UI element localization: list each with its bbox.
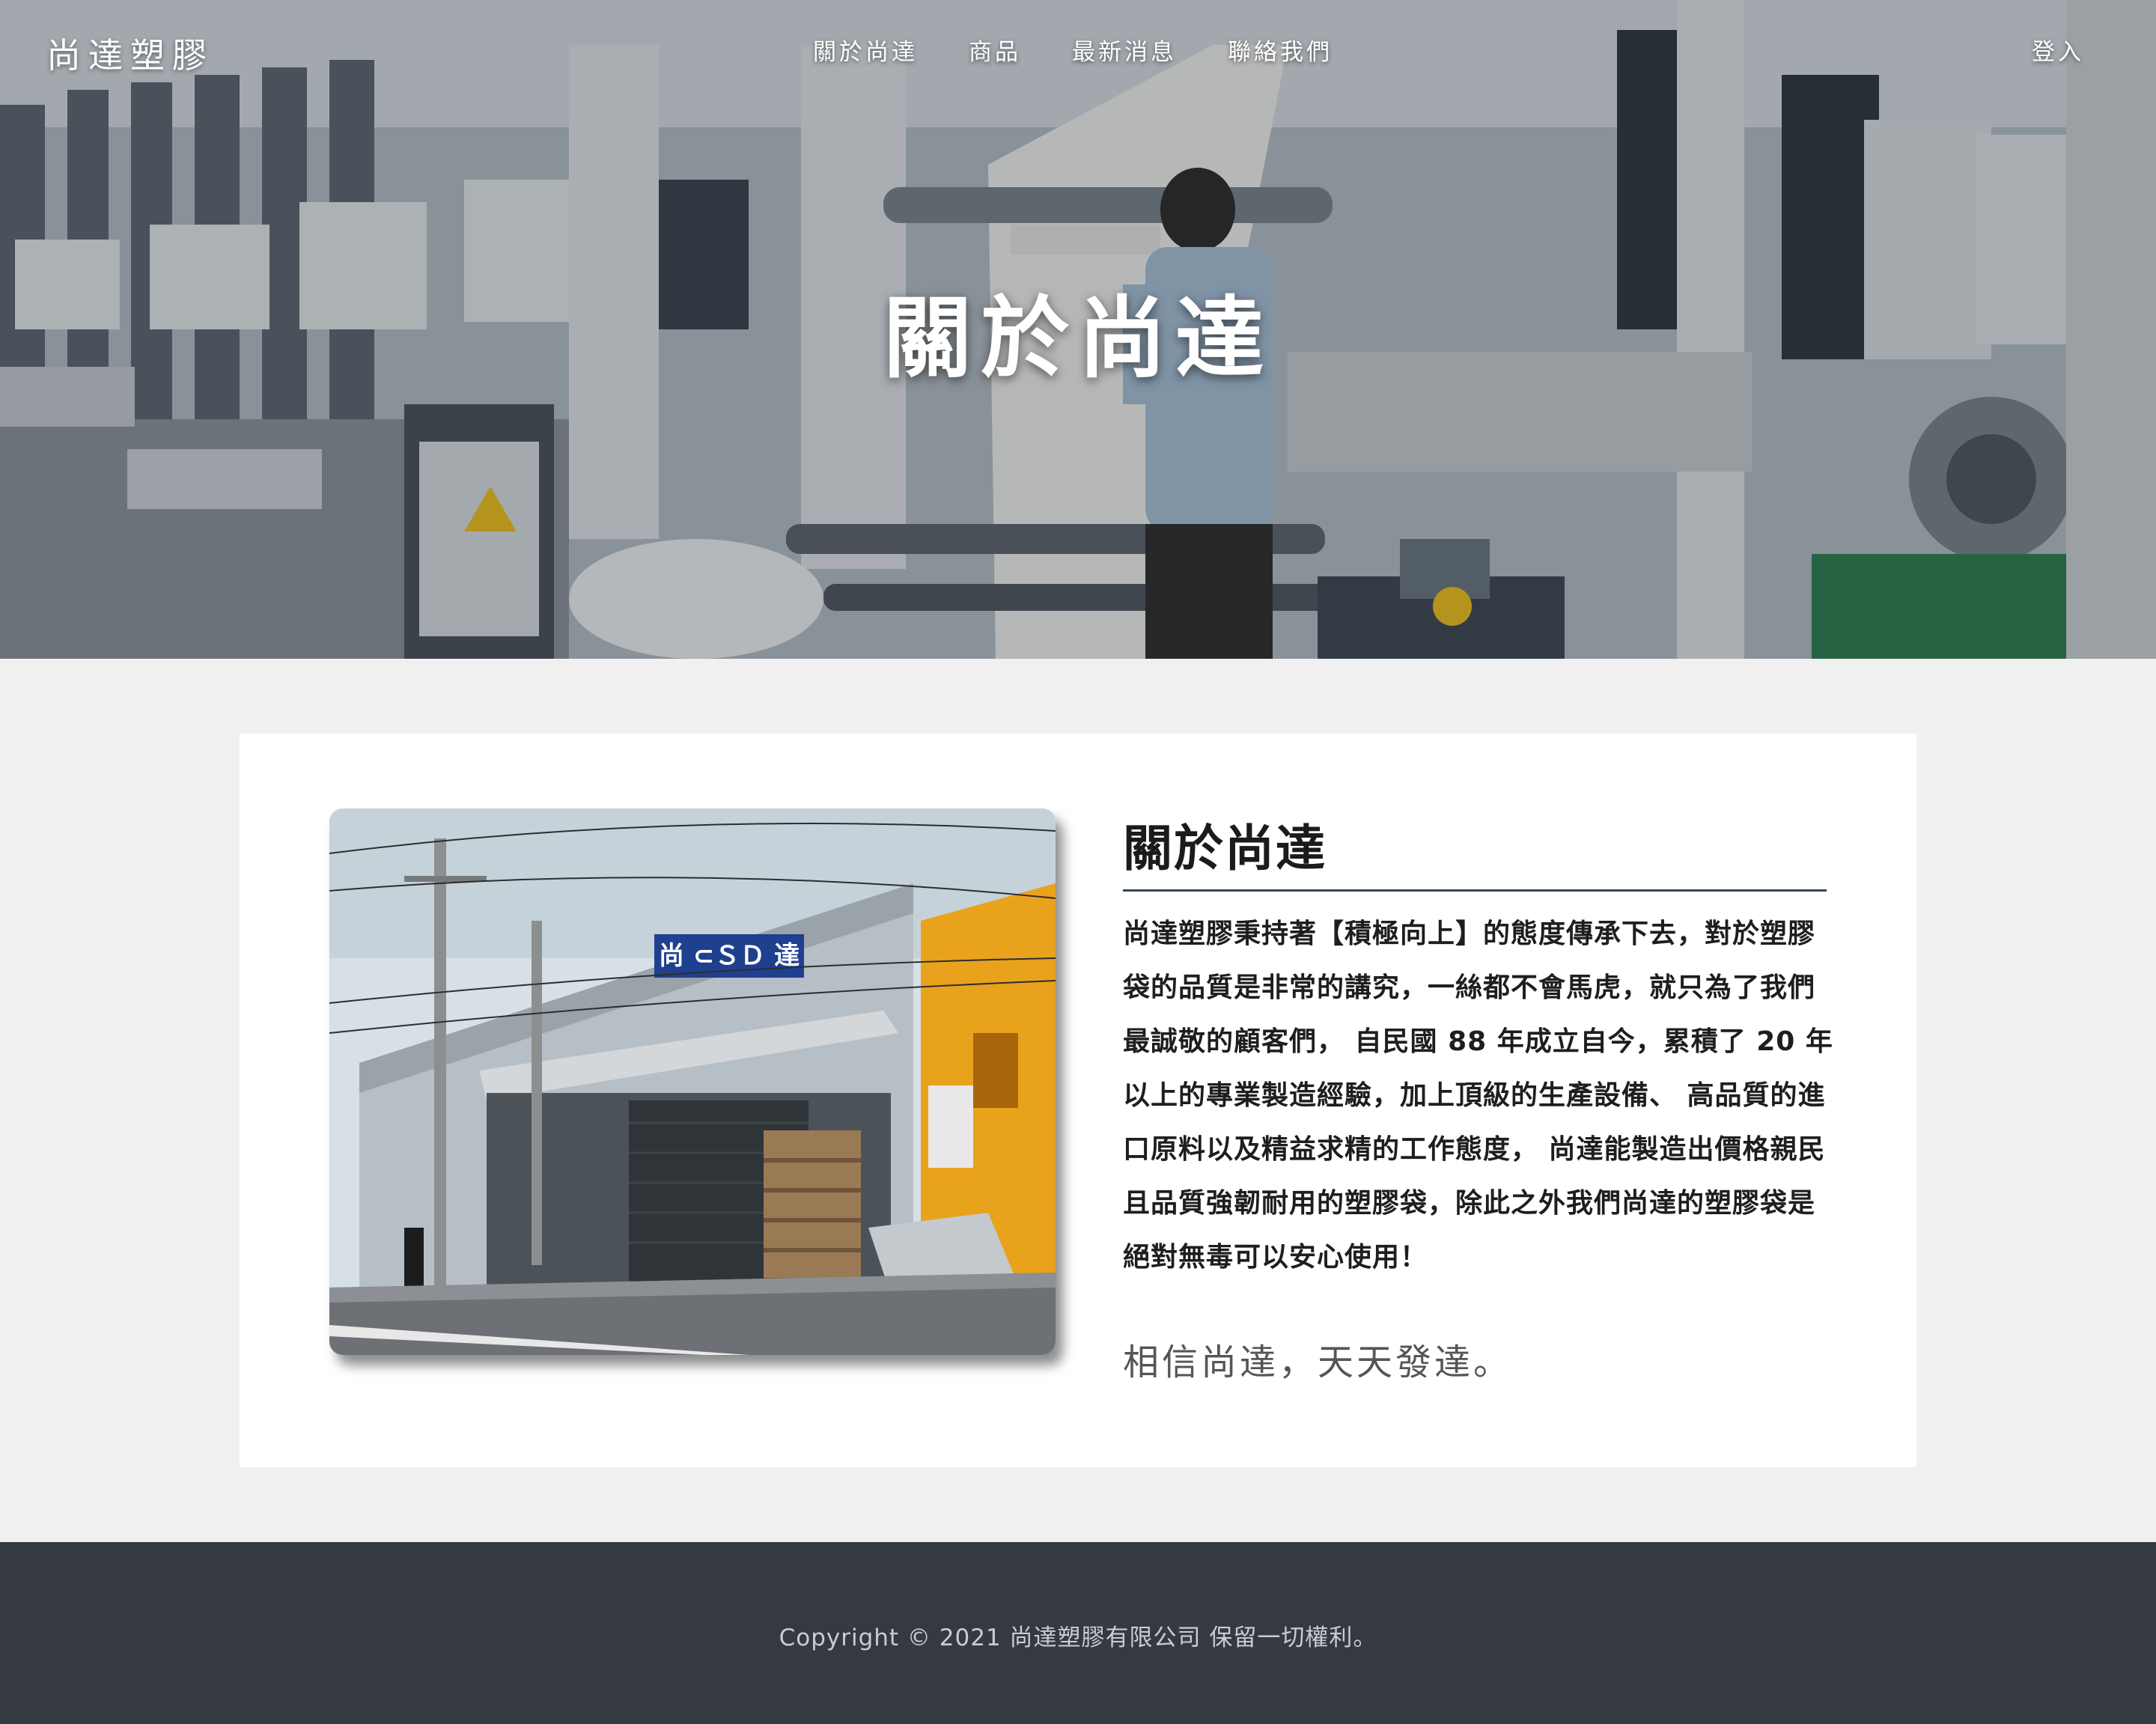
hero-title: 關於尚達: [883, 287, 1273, 390]
brand-logo-text[interactable]: 尚達塑膠: [46, 28, 214, 78]
factory-building-image: 尚 ⊂ＳＤ 達: [329, 808, 1056, 1355]
nav-link-news[interactable]: 最新消息: [1072, 33, 1177, 67]
about-heading: 關於尚達: [1123, 808, 1827, 892]
main-nav-links: 關於尚達 商品 最新消息 聯絡我們: [813, 33, 1383, 67]
nav-link-contact[interactable]: 聯絡我們: [1228, 33, 1333, 67]
copyright-text: Copyright © 2021 尚達塑膠有限公司 保留一切權利。: [779, 1624, 1377, 1651]
nav-link-products[interactable]: 商品: [969, 33, 1021, 67]
top-navbar: 尚達塑膠 關於尚達 商品 最新消息 聯絡我們 登入: [0, 0, 2156, 96]
about-card: 尚 ⊂ＳＤ 達 關於尚達 尚達塑膠秉持著【積極向上】的態度傳承下去，對於塑膠袋的…: [240, 734, 1916, 1467]
hero-banner: 尚達塑膠 關於尚達 商品 最新消息 聯絡我們 登入 關於尚達: [0, 0, 2156, 659]
page-footer: Copyright © 2021 尚達塑膠有限公司 保留一切權利。: [0, 1542, 2156, 1724]
factory-building-photo: 尚 ⊂ＳＤ 達: [329, 808, 1056, 1355]
photo-sign-text: 尚 ⊂ＳＤ 達: [659, 941, 800, 971]
about-description: 尚達塑膠秉持著【積極向上】的態度傳承下去，對於塑膠袋的品質是非常的講究，一絲都不…: [1123, 919, 1833, 1273]
login-link[interactable]: 登入: [2032, 33, 2084, 67]
company-slogan: 相信尚達，天天發達。: [1123, 1341, 1513, 1383]
nav-link-about[interactable]: 關於尚達: [813, 33, 918, 67]
